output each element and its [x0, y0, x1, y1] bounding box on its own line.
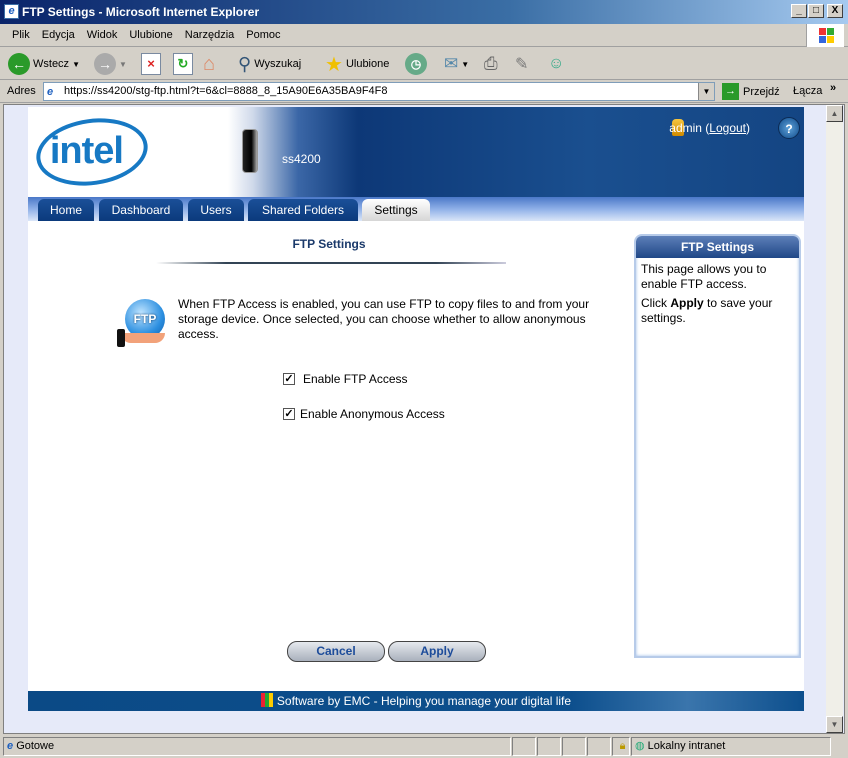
- history-icon: ◷: [405, 53, 427, 75]
- menu-plik[interactable]: Plik: [6, 24, 36, 47]
- help-text-2: Click Apply to save your settings.: [641, 296, 773, 325]
- close-button[interactable]: X: [827, 4, 843, 18]
- help-panel: FTP Settings This page allows you to ena…: [634, 234, 801, 658]
- title-bar: e FTP Settings - Microsoft Internet Expl…: [0, 0, 848, 24]
- mail-button[interactable]: ✉ ▼: [444, 52, 469, 76]
- messenger-button[interactable]: ☺: [548, 52, 564, 76]
- help-text-1: This page allows you to enable FTP acces…: [641, 262, 767, 291]
- intranet-icon: ◍: [635, 740, 645, 752]
- ftp-description: When FTP Access is enabled, you can use …: [178, 297, 590, 341]
- go-label: Przejdź: [743, 85, 780, 98]
- tab-settings[interactable]: Settings: [362, 199, 430, 221]
- enable-anonymous-option[interactable]: ✓ Enable Anonymous Access: [283, 407, 445, 421]
- help-panel-title: FTP Settings: [636, 236, 799, 258]
- emc-logo-icon: [260, 693, 273, 707]
- lock-icon: 🔒︎: [612, 737, 630, 756]
- vertical-scrollbar[interactable]: ▲ ▼: [826, 105, 843, 733]
- page-status-icon: e: [7, 740, 14, 752]
- enable-ftp-checkbox[interactable]: ✓: [283, 373, 295, 385]
- back-label: Wstecz: [33, 58, 70, 70]
- menu-ulubione[interactable]: Ulubione: [123, 24, 178, 47]
- home-icon: ⌂: [203, 52, 216, 75]
- apply-button[interactable]: Apply: [388, 641, 486, 662]
- search-icon: ⚲: [238, 53, 252, 74]
- favorites-label: Ulubione: [345, 58, 390, 70]
- links-button[interactable]: Łącza: [793, 85, 822, 97]
- status-bar: e Gotowe 🔒︎ ◍ Lokalny intranet: [0, 735, 848, 758]
- nav-tabs: Home Dashboard Users Shared Folders Sett…: [28, 197, 804, 221]
- scroll-up-button[interactable]: ▲: [826, 105, 843, 122]
- search-label: Wyszukaj: [254, 58, 302, 70]
- intel-logo: intel: [31, 111, 153, 193]
- stop-button[interactable]: ×: [141, 52, 161, 76]
- window-title: FTP Settings - Microsoft Internet Explor…: [22, 5, 260, 19]
- page-header: intel ss4200 admin (Logout) ?: [28, 107, 804, 197]
- username: admin: [669, 121, 702, 135]
- edit-icon: ✎: [515, 56, 529, 73]
- status-text: Gotowe: [16, 740, 55, 752]
- tab-dashboard[interactable]: Dashboard: [99, 199, 183, 221]
- cancel-button[interactable]: Cancel: [287, 641, 385, 662]
- device-model: ss4200: [282, 152, 321, 166]
- back-button[interactable]: ← Wstecz ▼: [8, 52, 80, 76]
- go-button[interactable]: → Przejdź: [722, 83, 780, 100]
- address-bar: Adres e https://ss4200/stg-ftp.html?t=6&…: [0, 80, 848, 103]
- page-footer: Software by EMC - Helping you manage you…: [28, 691, 804, 711]
- address-input[interactable]: e https://ss4200/stg-ftp.html?t=6&cl=888…: [43, 82, 715, 101]
- enable-anonymous-checkbox[interactable]: ✓: [283, 408, 295, 420]
- back-arrow-icon: ←: [8, 53, 30, 75]
- edit-button[interactable]: ✎: [515, 52, 528, 76]
- printer-icon: ⎙: [484, 54, 498, 73]
- device-icon: [242, 129, 258, 173]
- address-dropdown[interactable]: ▼: [698, 83, 714, 100]
- enable-ftp-label: Enable FTP Access: [303, 372, 408, 386]
- forward-button[interactable]: → ▼: [94, 52, 127, 76]
- minimize-button[interactable]: _: [791, 4, 807, 18]
- ie-icon: e: [4, 4, 19, 19]
- logout-link[interactable]: Logout: [709, 121, 746, 135]
- address-label: Adres: [7, 85, 36, 97]
- ftp-icon: FTP: [117, 299, 169, 347]
- zone-pane: ◍ Lokalny intranet: [631, 737, 831, 756]
- star-icon: ★: [325, 53, 343, 76]
- messenger-icon: ☺: [548, 55, 565, 72]
- menu-narzedzia[interactable]: Narzędzia: [179, 24, 241, 47]
- enable-ftp-option[interactable]: ✓ Enable FTP Access: [283, 372, 408, 386]
- refresh-icon: ↻: [173, 53, 193, 75]
- forward-arrow-icon: →: [94, 53, 116, 75]
- page-icon: e: [47, 86, 54, 98]
- menu-edycja[interactable]: Edycja: [36, 24, 81, 47]
- address-url: https://ss4200/stg-ftp.html?t=6&cl=8888_…: [64, 85, 388, 97]
- maximize-button[interactable]: □: [808, 4, 824, 18]
- menu-pomoc[interactable]: Pomoc: [240, 24, 286, 47]
- mail-icon: ✉: [444, 54, 459, 73]
- search-button[interactable]: ⚲ Wyszukaj: [238, 52, 301, 76]
- refresh-button[interactable]: ↻: [173, 52, 193, 76]
- menu-widok[interactable]: Widok: [81, 24, 124, 47]
- favorites-button[interactable]: ★ Ulubione: [325, 52, 389, 76]
- tab-home[interactable]: Home: [38, 199, 94, 221]
- print-button[interactable]: ⎙: [484, 52, 498, 76]
- history-button[interactable]: ◷: [405, 52, 427, 76]
- enable-anonymous-label: Enable Anonymous Access: [300, 407, 445, 421]
- user-info: admin (Logout): [669, 121, 750, 135]
- page-title: FTP Settings: [292, 237, 366, 251]
- web-page: intel ss4200 admin (Logout) ? Home Dashb…: [28, 107, 804, 711]
- tab-users[interactable]: Users: [188, 199, 244, 221]
- scroll-down-button[interactable]: ▼: [826, 716, 843, 733]
- browser-viewport: intel ss4200 admin (Logout) ? Home Dashb…: [3, 104, 845, 734]
- tab-shared-folders[interactable]: Shared Folders: [248, 199, 358, 221]
- help-icon[interactable]: ?: [778, 117, 800, 139]
- home-button[interactable]: ⌂: [203, 52, 215, 76]
- footer-text: Software by EMC - Helping you manage you…: [276, 694, 572, 708]
- title-divider: [156, 262, 506, 264]
- windows-logo-icon: [806, 24, 844, 47]
- zone-text: Lokalny intranet: [647, 740, 726, 752]
- toolbar: ← Wstecz ▼ → ▼ × ↻ ⌂ ⚲ Wyszukaj ★ Ulubione ◷ …: [0, 47, 848, 80]
- stop-icon: ×: [141, 53, 161, 75]
- status-pane: e Gotowe: [3, 737, 511, 756]
- go-arrow-icon: →: [722, 83, 739, 100]
- menu-bar: Plik Edycja Widok Ulubione Narzędzia Pomoc: [0, 24, 848, 47]
